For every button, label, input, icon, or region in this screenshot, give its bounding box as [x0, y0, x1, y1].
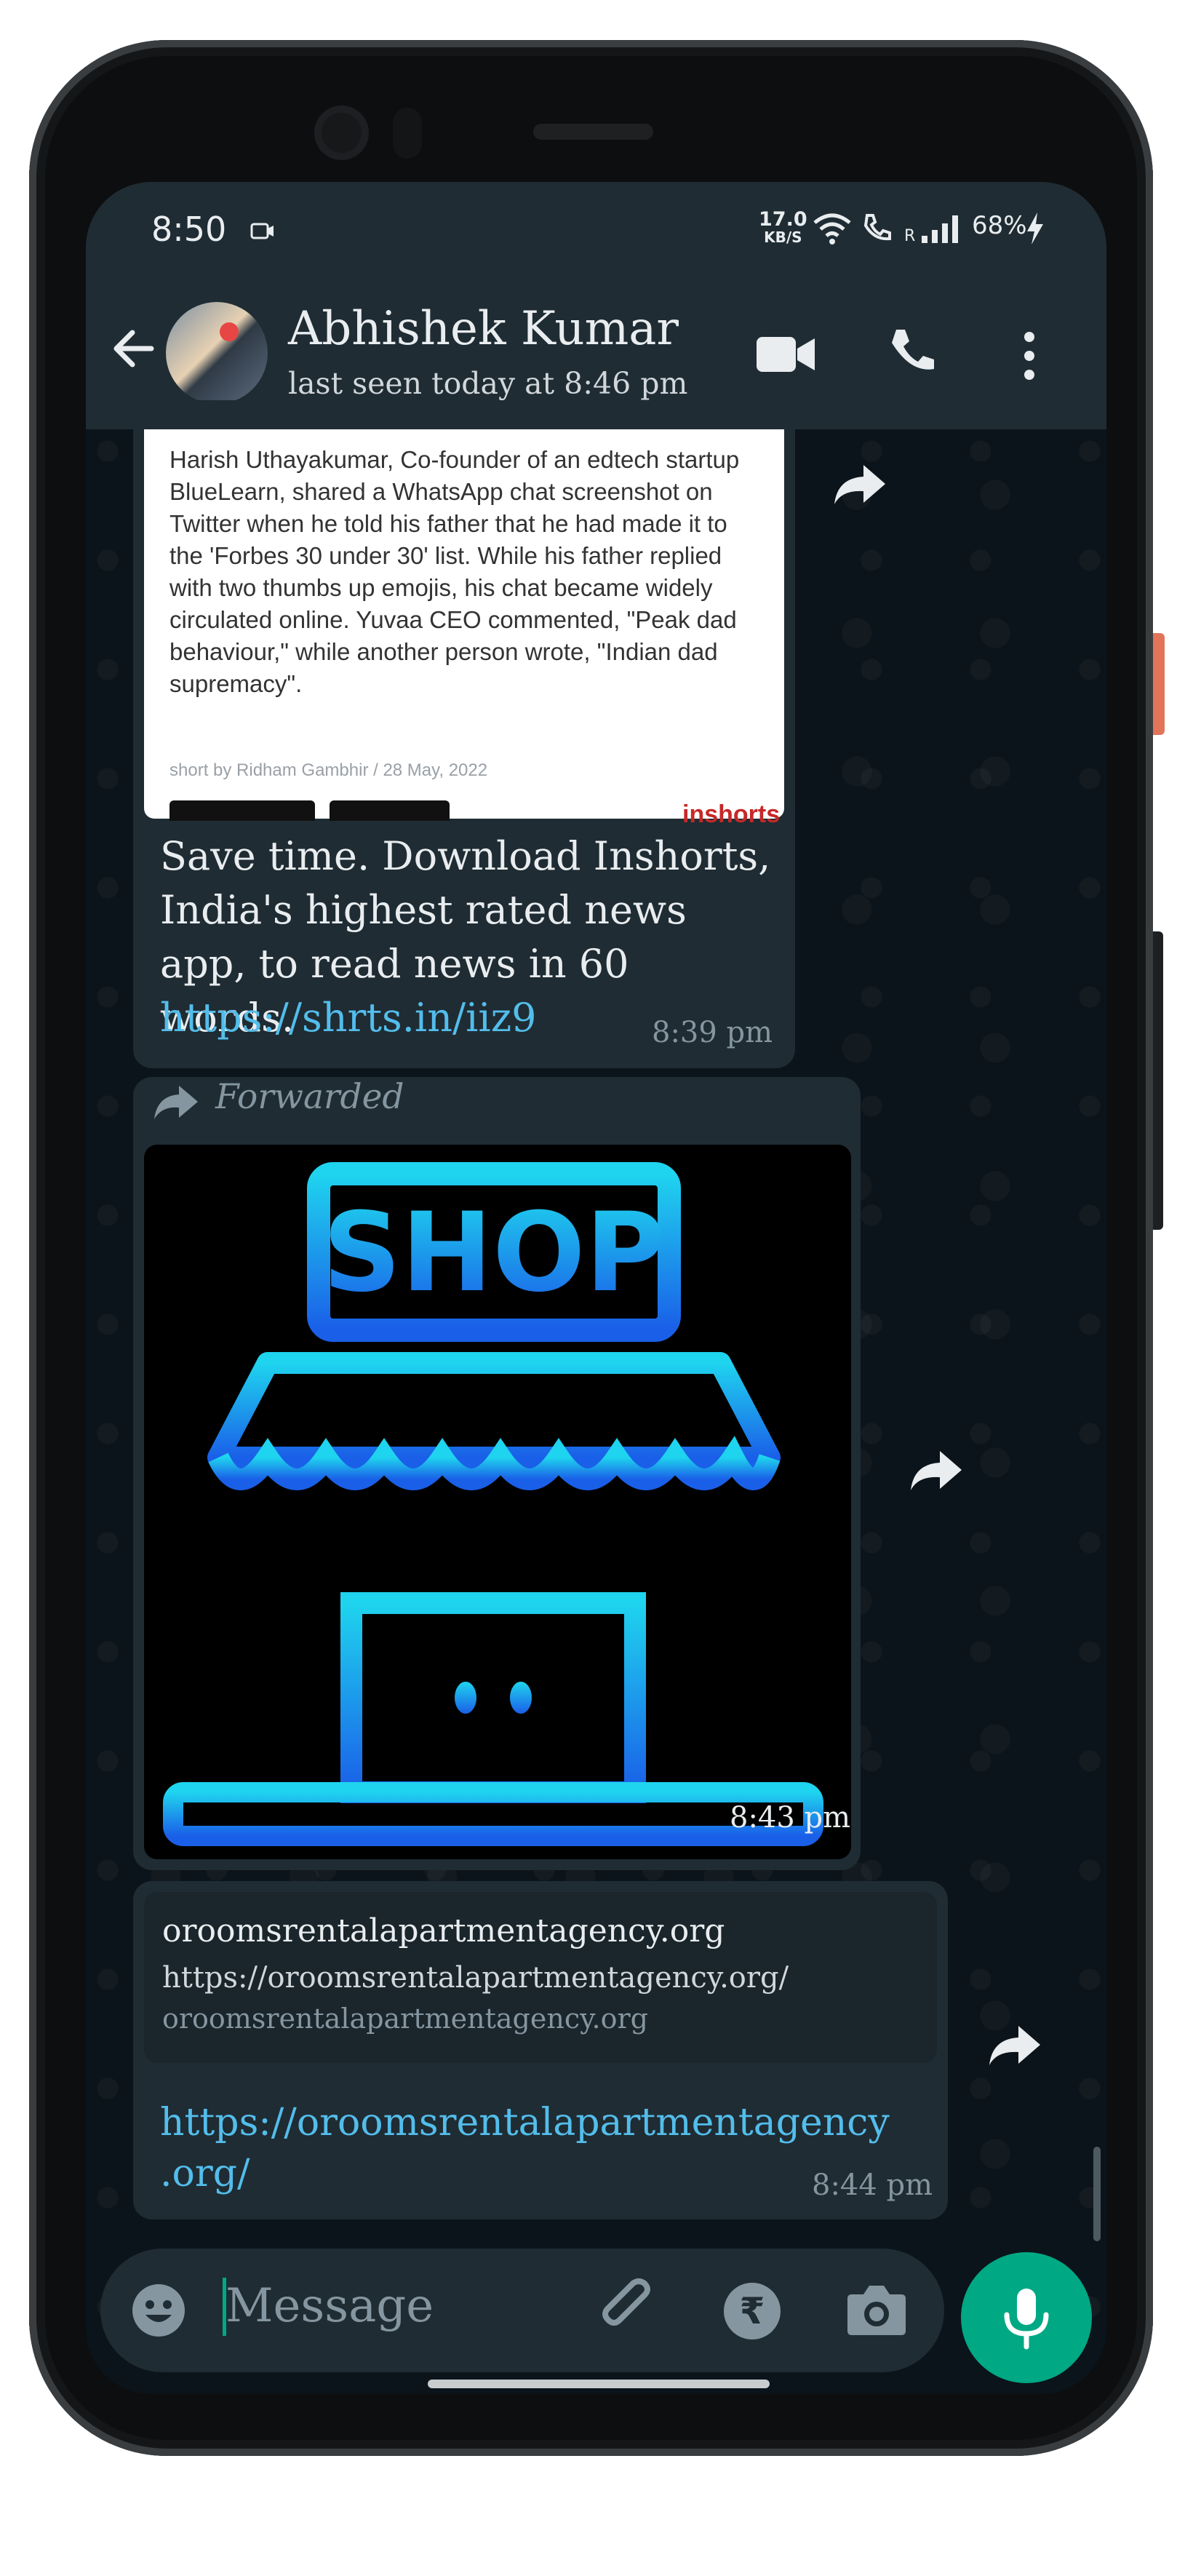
battery-percent: 68% — [972, 211, 1027, 240]
forward-icon[interactable] — [831, 462, 888, 506]
inshorts-logo: inshorts — [682, 800, 781, 828]
shop-sign-text: SHOP — [322, 1190, 665, 1316]
back-arrow-icon[interactable] — [108, 322, 160, 375]
message-input[interactable]: Message — [226, 2279, 434, 2333]
volume-button — [1153, 931, 1163, 1230]
forward-icon[interactable] — [986, 2023, 1043, 2067]
phone-screen: 8:50 17.0 KB/S R 68% Abhishek Kumar last… — [86, 182, 1106, 2394]
voice-call-icon[interactable] — [886, 327, 937, 378]
contact-name[interactable]: Abhishek Kumar — [288, 302, 679, 356]
shop-image[interactable]: SHOP — [144, 1145, 851, 1859]
link-preview-title: oroomsrentalapartmentagency.org — [162, 1912, 725, 1949]
front-camera — [314, 106, 369, 160]
link-message-time: 8:44 pm — [812, 2168, 933, 2202]
shop-storefront-icon: SHOP — [163, 1162, 823, 1846]
forwarded-label: Forwarded — [215, 1077, 404, 1117]
rupee-payment-icon[interactable]: ₹ — [722, 2281, 782, 2341]
mic-icon — [1004, 2289, 1049, 2350]
news-byline: short by Ridham Gambhir / 28 May, 2022 — [169, 760, 488, 780]
message-link[interactable]: https://shrts.in/iiz9 — [160, 991, 537, 1045]
signal-icon — [922, 215, 958, 243]
net-speed: 17.0 KB/S — [759, 208, 807, 246]
net-speed-value: 17.0 — [759, 208, 807, 231]
emoji-icon[interactable] — [129, 2281, 188, 2340]
charging-icon — [1027, 212, 1043, 245]
video-call-icon[interactable] — [755, 334, 818, 375]
news-article-text: Harish Uthayakumar, Co-founder of an edt… — [169, 446, 740, 697]
status-time: 8:50 — [151, 210, 227, 249]
net-speed-unit: KB/S — [764, 228, 802, 246]
chat-scrollbar[interactable] — [1093, 2147, 1101, 2241]
power-button — [1153, 633, 1165, 735]
earpiece-speaker — [533, 124, 653, 140]
message-link[interactable]: https://oroomsrentalapartmentagency — [160, 2096, 890, 2150]
message-link-continued[interactable]: .org/ — [160, 2147, 250, 2201]
more-options-icon[interactable] — [1021, 330, 1038, 382]
link-preview-domain: oroomsrentalapartmentagency.org — [162, 2003, 648, 2035]
svg-text:₹: ₹ — [740, 2290, 765, 2332]
status-bar: 8:50 17.0 KB/S R 68% — [86, 182, 1106, 280]
link-preview-card[interactable]: oroomsrentalapartmentagency.org https://… — [144, 1892, 937, 2063]
attach-icon[interactable] — [595, 2278, 661, 2343]
forward-icon[interactable] — [908, 1448, 965, 1492]
screen-record-icon — [250, 223, 274, 239]
last-seen-status: last seen today at 8:46 pm — [288, 366, 688, 401]
mic-button[interactable] — [961, 2252, 1092, 2383]
link-preview-url: https://oroomsrentalapartmentagency.org/ — [162, 1961, 789, 1995]
contact-avatar[interactable] — [166, 302, 268, 404]
wifi-icon — [813, 213, 851, 245]
app-store-badge — [330, 800, 450, 821]
forwarded-icon — [154, 1086, 198, 1119]
wifi-calling-icon — [863, 214, 891, 241]
message-time: 8:39 pm — [652, 1016, 773, 1049]
camera-icon[interactable] — [846, 2281, 907, 2337]
signal-roaming-label: R — [904, 227, 916, 245]
news-screenshot[interactable]: Harish Uthayakumar, Co-founder of an edt… — [144, 429, 784, 828]
proximity-sensor — [393, 108, 422, 159]
home-indicator[interactable] — [428, 2380, 770, 2388]
google-play-badge — [169, 800, 315, 821]
image-message-time: 8:43 pm — [730, 1801, 851, 1834]
